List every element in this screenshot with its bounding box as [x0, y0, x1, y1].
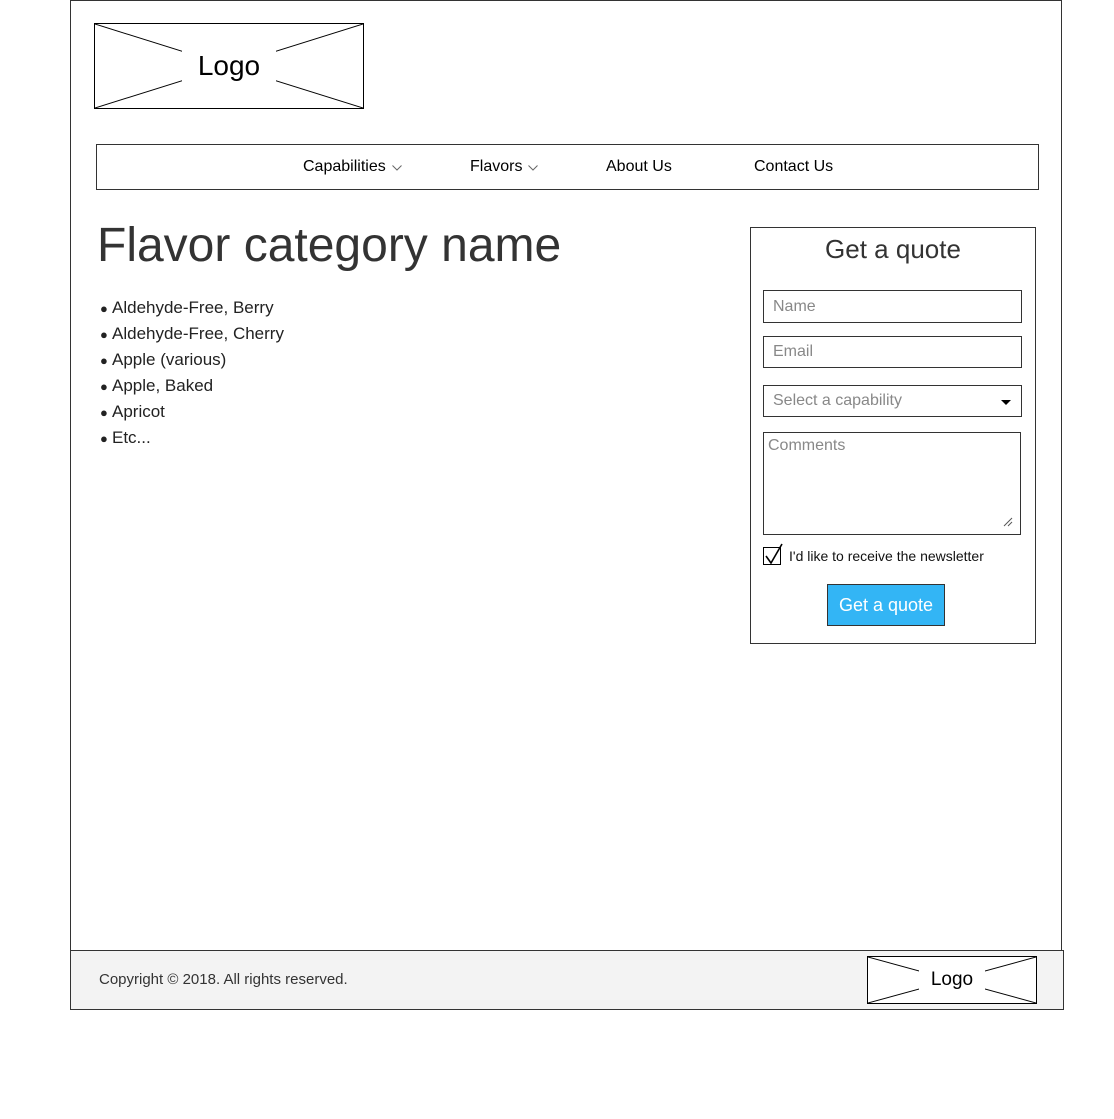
- list-item: ● Apricot: [100, 399, 284, 425]
- newsletter-label: I'd like to receive the newsletter: [789, 548, 984, 564]
- quote-form-title: Get a quote: [825, 234, 961, 264]
- footer-copyright: Copyright © 2018. All rights reserved.: [99, 971, 348, 988]
- nav-item-label: Flavors: [470, 158, 523, 176]
- nav-item-contact-us[interactable]: Contact Us: [754, 145, 833, 189]
- footer-logo[interactable]: Logo: [867, 956, 1037, 1004]
- newsletter-checkbox[interactable]: [763, 543, 783, 565]
- header-logo[interactable]: Logo: [94, 23, 364, 109]
- capability-select[interactable]: Select a capability: [763, 385, 1022, 417]
- bullet-icon: ●: [100, 353, 108, 368]
- resize-grip-icon[interactable]: [1003, 517, 1013, 527]
- bullet-icon: ●: [100, 327, 108, 342]
- bullet-icon: ●: [100, 379, 108, 394]
- flavor-name: Aldehyde-Free, Cherry: [112, 324, 284, 343]
- nav-item-label: Contact Us: [754, 158, 834, 175]
- get-quote-button[interactable]: Get a quote: [827, 584, 945, 626]
- list-item: ● Apple (various): [100, 347, 284, 373]
- footer-logo-text: Logo: [918, 969, 986, 991]
- capability-select-placeholder: Select a capability: [773, 392, 902, 409]
- email-field[interactable]: [763, 336, 1022, 368]
- page-title: Flavor category name: [97, 219, 562, 272]
- bullet-icon: ●: [100, 301, 108, 316]
- nav-item-capabilities[interactable]: Capabilities: [303, 145, 402, 189]
- footer: Copyright © 2018. All rights reserved. L…: [70, 950, 1064, 1010]
- main-nav: Capabilities Flavors About Us Contact Us: [96, 144, 1039, 190]
- caret-down-icon: [1001, 400, 1011, 405]
- list-item: ● Etc...: [100, 425, 284, 451]
- quote-form-panel: Get a quote Select a capability I'd like…: [750, 227, 1036, 644]
- nav-item-label: About Us: [606, 158, 672, 175]
- nav-item-flavors[interactable]: Flavors: [470, 145, 539, 189]
- flavor-name: Apple (various): [112, 350, 227, 369]
- flavor-name: Etc...: [112, 428, 151, 447]
- bullet-icon: ●: [100, 405, 108, 420]
- comments-field[interactable]: [763, 432, 1021, 535]
- list-item: ● Apple, Baked: [100, 373, 284, 399]
- list-item: ● Aldehyde-Free, Cherry: [100, 321, 284, 347]
- nav-item-about-us[interactable]: About Us: [606, 145, 672, 189]
- chevron-down-icon: [391, 145, 402, 189]
- flavor-name: Apple, Baked: [112, 376, 214, 395]
- bullet-icon: ●: [100, 431, 108, 446]
- checkmark-icon: [765, 543, 783, 565]
- chevron-down-icon: [528, 145, 539, 189]
- flavor-list: ● Aldehyde-Free, Berry ● Aldehyde-Free, Ch…: [100, 295, 284, 451]
- name-field[interactable]: [763, 290, 1022, 323]
- header-logo-text: Logo: [181, 50, 277, 82]
- nav-item-label: Capabilities: [303, 158, 386, 176]
- flavor-name: Aldehyde-Free, Berry: [112, 298, 274, 317]
- flavor-name: Apricot: [112, 402, 165, 421]
- list-item: ● Aldehyde-Free, Berry: [100, 295, 284, 321]
